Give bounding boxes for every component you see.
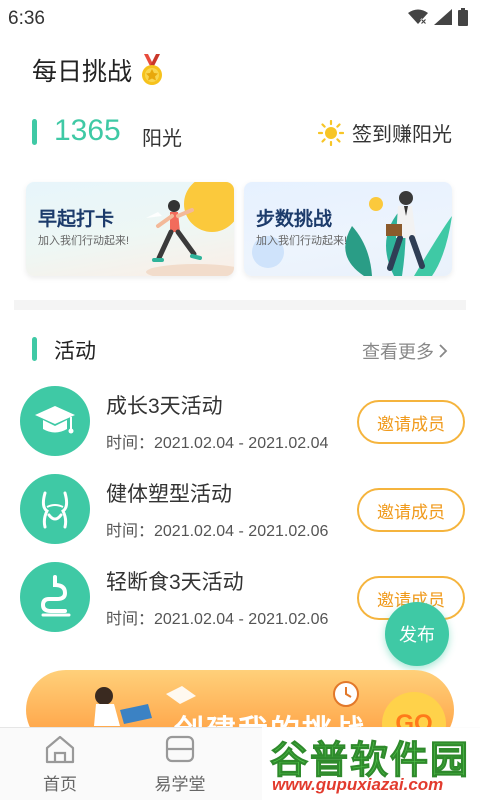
activity-time: 时间：2021.02.04 - 2021.02.06 <box>106 611 329 628</box>
activity-time: 时间：2021.02.04 - 2021.02.06 <box>106 523 329 540</box>
graduation-cap-icon <box>35 406 75 434</box>
tab-label: 首页 <box>43 775 77 794</box>
clock-icon <box>333 681 359 707</box>
book-icon <box>165 735 195 763</box>
points-value: 1365 <box>54 114 121 147</box>
see-more-label: 查看更多 <box>362 342 434 362</box>
activity-icon-container <box>20 562 90 632</box>
accent-bar <box>32 119 37 145</box>
card-subtitle: 加入我们行动起来! <box>38 235 130 247</box>
activity-name: 健体塑型活动 <box>106 483 232 506</box>
activities-title: 活动 <box>54 340 96 363</box>
points-row: 1365 阳光 签到赚阳光 <box>32 112 452 152</box>
section-divider <box>14 300 466 310</box>
activity-item[interactable]: 成长3天活动 时间：2021.02.04 - 2021.02.04 邀请成员 <box>20 386 466 458</box>
publish-fab[interactable]: 发布 <box>385 602 449 666</box>
card-subtitle: 加入我们行动起来! <box>256 235 348 247</box>
card-early-rise[interactable]: 早起打卡 加入我们行动起来! <box>26 182 234 276</box>
signal-icon <box>434 9 452 25</box>
body-shape-icon <box>41 491 69 529</box>
page-title: 每日挑战 <box>32 52 166 88</box>
status-bar: 6:36 <box>0 0 480 36</box>
status-icons <box>408 8 468 26</box>
tab-home[interactable]: 首页 <box>20 734 100 795</box>
card-title: 步数挑战 <box>256 209 333 230</box>
page-title-text: 每日挑战 <box>32 58 133 86</box>
activity-time: 时间：2021.02.04 - 2021.02.04 <box>106 435 329 452</box>
activity-name: 成长3天活动 <box>106 395 223 418</box>
chevron-right-icon <box>439 344 448 358</box>
watermark-url: www.gupuxiazai.com <box>272 775 444 794</box>
activity-icon-container <box>20 474 90 544</box>
see-more-link[interactable]: 查看更多 <box>362 338 448 364</box>
activity-icon-container <box>20 386 90 456</box>
activity-name: 轻断食3天活动 <box>106 571 244 594</box>
card-step-challenge[interactable]: 步数挑战 加入我们行动起来! <box>244 182 452 276</box>
signin-button[interactable]: 签到赚阳光 <box>318 118 452 147</box>
home-icon <box>45 735 75 764</box>
card-title: 早起打卡 <box>38 209 115 230</box>
wifi-icon <box>408 9 428 25</box>
invite-members-button[interactable]: 邀请成员 <box>357 400 465 444</box>
activities-header: 活动 查看更多 <box>32 334 448 364</box>
watermark: 谷普软件园 www.gupuxiazai.com <box>262 727 480 800</box>
tab-label: 易学堂 <box>154 775 206 794</box>
sun-icon <box>318 119 344 146</box>
battery-icon <box>458 8 468 26</box>
stomach-icon <box>40 575 71 617</box>
status-time: 6:36 <box>8 8 45 29</box>
invite-members-button[interactable]: 邀请成员 <box>357 488 465 532</box>
medal-icon <box>142 54 163 85</box>
points-unit: 阳光 <box>142 128 182 150</box>
activity-item[interactable]: 健体塑型活动 时间：2021.02.04 - 2021.02.06 邀请成员 <box>20 474 466 546</box>
tab-learning[interactable]: 易学堂 <box>140 734 220 795</box>
accent-bar <box>32 337 37 361</box>
signin-label: 签到赚阳光 <box>352 124 452 146</box>
